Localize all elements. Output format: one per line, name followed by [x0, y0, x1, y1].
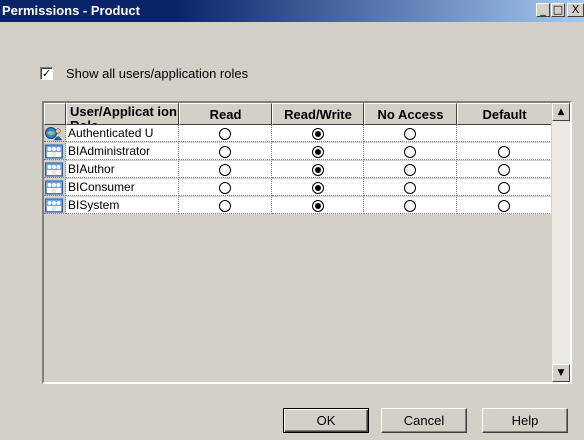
ok-button[interactable]: OK — [283, 408, 369, 433]
grid-body: Authenticated U BIAdministrator BIAuthor BI… — [44, 125, 552, 382]
read-radio-cell[interactable] — [179, 125, 272, 142]
row-icon-cell — [44, 125, 66, 142]
table-row[interactable]: BIAdministrator — [44, 143, 552, 160]
maximize-button[interactable]: □ — [551, 3, 565, 17]
read-write-radio[interactable] — [311, 200, 324, 212]
row-name[interactable]: BISystem — [66, 197, 179, 214]
row-name[interactable]: BIConsumer — [66, 179, 179, 196]
minimize-button[interactable]: _ — [536, 3, 550, 17]
table-row[interactable]: BIAuthor — [44, 161, 552, 178]
radio-selected-dot — [314, 185, 321, 191]
help-button[interactable]: Help — [482, 408, 568, 433]
scroll-up-button[interactable]: ▲ — [552, 103, 570, 121]
read-write-radio[interactable] — [311, 164, 324, 176]
no-access-radio-cell[interactable] — [364, 179, 457, 196]
default-radio[interactable] — [498, 200, 510, 212]
show-all-label: Show all users/application roles — [66, 66, 249, 81]
default-radio[interactable] — [498, 146, 510, 158]
column-header-read[interactable]: Read — [179, 103, 272, 125]
read-radio-cell[interactable] — [179, 161, 272, 178]
read-radio[interactable] — [219, 164, 231, 176]
vertical-scrollbar[interactable]: ▲ ▼ — [551, 103, 570, 382]
read-radio[interactable] — [219, 182, 231, 194]
show-all-checkbox[interactable]: ✓ — [40, 67, 53, 80]
default-radio[interactable] — [498, 182, 510, 194]
window-title: Permissions - Product — [2, 3, 140, 18]
read-radio-cell[interactable] — [179, 197, 272, 214]
application-role-icon — [45, 198, 63, 213]
column-header-user[interactable]: User/Applicat ion Role — [66, 103, 179, 125]
cancel-button[interactable]: Cancel — [381, 408, 467, 433]
authenticated-user-icon — [45, 127, 63, 141]
no-access-radio[interactable] — [404, 182, 416, 194]
row-icon-cell — [44, 143, 66, 160]
read-radio[interactable] — [219, 128, 231, 140]
application-role-icon — [45, 180, 63, 195]
table-row[interactable]: Authenticated U — [44, 125, 552, 142]
close-button[interactable]: X — [567, 3, 584, 17]
application-role-icon — [45, 162, 63, 177]
default-radio-cell[interactable] — [457, 125, 552, 142]
radio-selected-dot — [314, 203, 321, 209]
table-row[interactable]: BISystem — [44, 197, 552, 214]
title-bar[interactable]: Permissions - Product _ □ X — [0, 0, 584, 22]
read-write-radio[interactable] — [311, 128, 324, 140]
read-write-radio-cell[interactable] — [272, 161, 364, 178]
default-radio-cell[interactable] — [457, 197, 552, 214]
no-access-radio-cell[interactable] — [364, 161, 457, 178]
column-header-read-write[interactable]: Read/Write — [272, 103, 364, 125]
radio-selected-dot — [314, 149, 321, 155]
application-role-icon — [45, 144, 63, 159]
row-icon-cell — [44, 197, 66, 214]
read-write-radio-cell[interactable] — [272, 197, 364, 214]
default-radio-cell[interactable] — [457, 179, 552, 196]
radio-selected-dot — [314, 167, 321, 173]
no-access-radio-cell[interactable] — [364, 197, 457, 214]
header-corner — [44, 103, 66, 125]
read-radio-cell[interactable] — [179, 179, 272, 196]
read-write-radio-cell[interactable] — [272, 143, 364, 160]
read-radio-cell[interactable] — [179, 143, 272, 160]
no-access-radio[interactable] — [404, 146, 416, 158]
default-radio[interactable] — [498, 164, 510, 176]
row-name[interactable]: BIAuthor — [66, 161, 179, 178]
no-access-radio-cell[interactable] — [364, 125, 457, 142]
no-access-radio[interactable] — [404, 164, 416, 176]
scroll-down-button[interactable]: ▼ — [552, 364, 570, 382]
no-access-radio[interactable] — [404, 200, 416, 212]
no-access-radio-cell[interactable] — [364, 143, 457, 160]
radio-selected-dot — [314, 131, 321, 137]
row-icon-cell — [44, 179, 66, 196]
no-access-radio[interactable] — [404, 128, 416, 140]
grid-header: User/Applicat ion Role Read Read/Write N… — [44, 103, 552, 125]
default-radio-cell[interactable] — [457, 143, 552, 160]
default-radio-cell[interactable] — [457, 161, 552, 178]
read-radio[interactable] — [219, 200, 231, 212]
read-write-radio[interactable] — [311, 146, 324, 158]
read-write-radio-cell[interactable] — [272, 125, 364, 142]
column-header-no-access[interactable]: No Access — [364, 103, 457, 125]
table-row[interactable]: BIConsumer — [44, 179, 552, 196]
read-write-radio-cell[interactable] — [272, 179, 364, 196]
permissions-grid: User/Applicat ion Role Read Read/Write N… — [42, 101, 572, 384]
read-radio[interactable] — [219, 146, 231, 158]
row-name[interactable]: BIAdministrator — [66, 143, 179, 160]
row-icon-cell — [44, 161, 66, 178]
read-write-radio[interactable] — [311, 182, 324, 194]
column-header-default[interactable]: Default — [457, 103, 552, 125]
row-name[interactable]: Authenticated U — [66, 125, 179, 142]
